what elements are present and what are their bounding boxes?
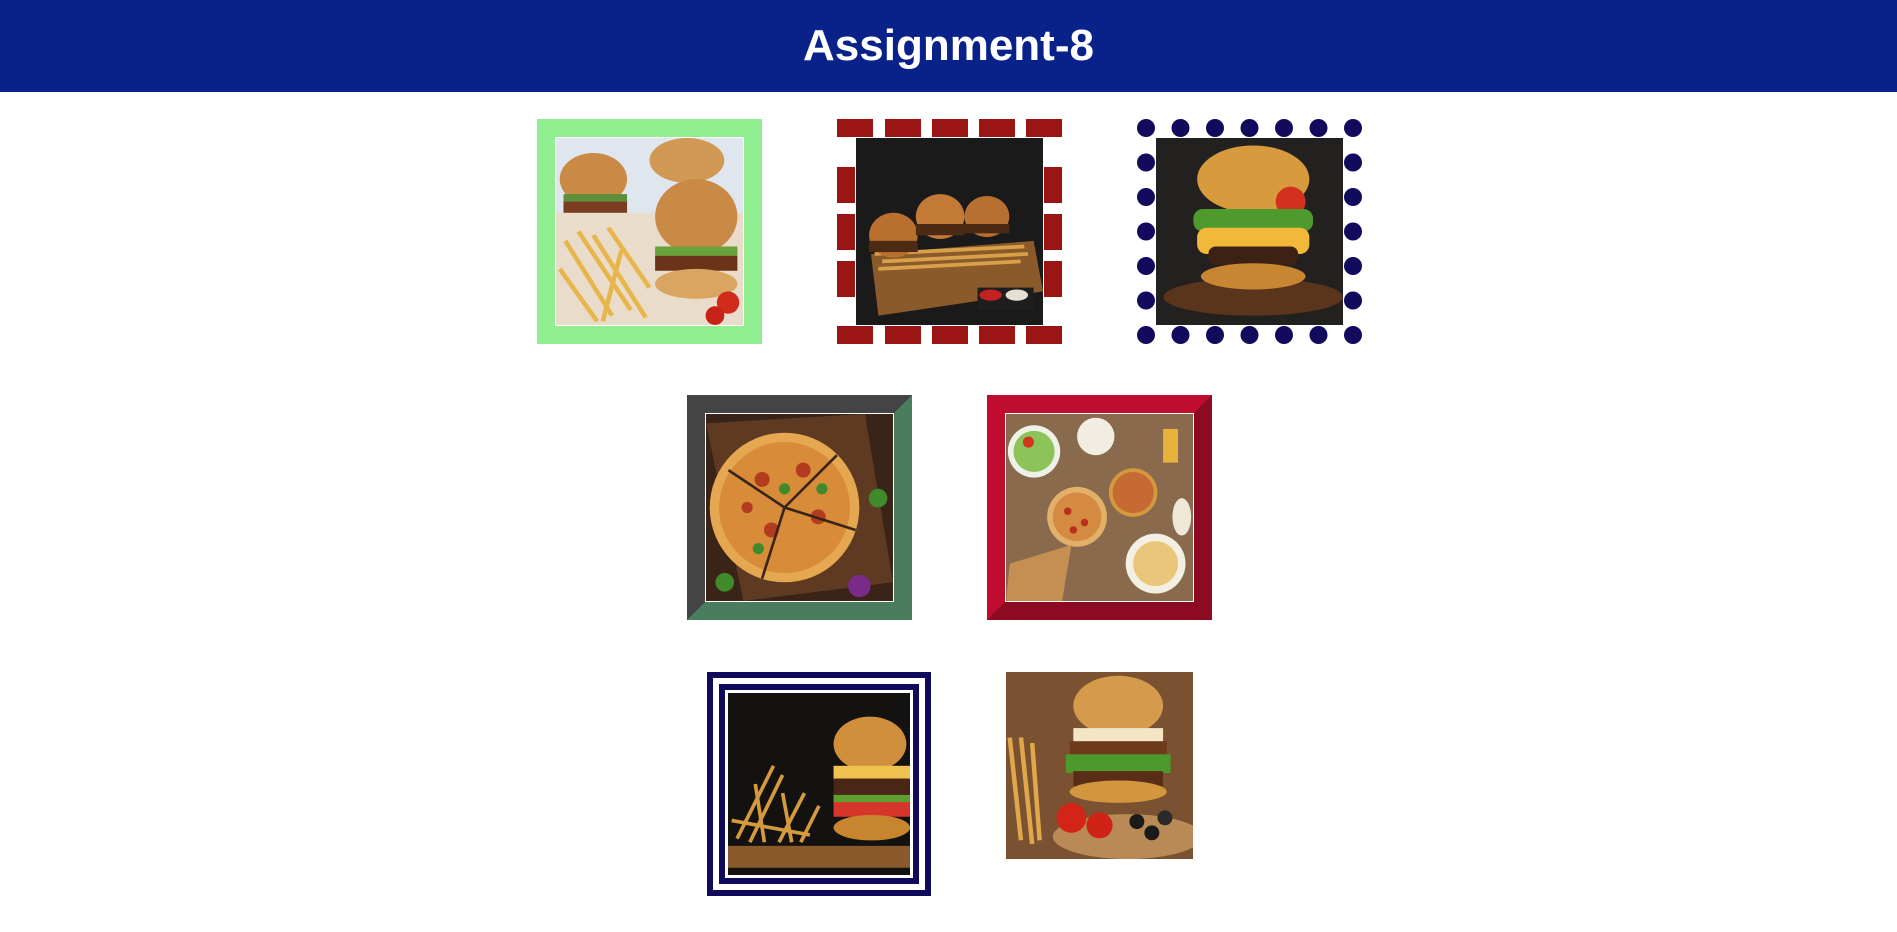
food-image-solid-border [537, 119, 762, 344]
pizza-table-image [1005, 413, 1194, 602]
page-title: Assignment-8 [803, 21, 1094, 70]
slider-tray-image [855, 137, 1044, 326]
pizza-board-image [705, 413, 894, 602]
food-image-dotted-border [1137, 119, 1362, 344]
food-image-no-border [1006, 672, 1193, 859]
burgers-and-fries-image [555, 137, 744, 326]
food-image-double-border [707, 672, 931, 896]
food-image-outset-border [987, 395, 1212, 620]
burger-with-fries-image [727, 692, 911, 876]
food-image-dashed-border [837, 119, 1062, 344]
food-image-inset-border [687, 395, 912, 620]
page-header: Assignment-8 [0, 0, 1897, 92]
loaded-burger-image [1006, 672, 1193, 859]
cheeseburger-image [1155, 137, 1344, 326]
